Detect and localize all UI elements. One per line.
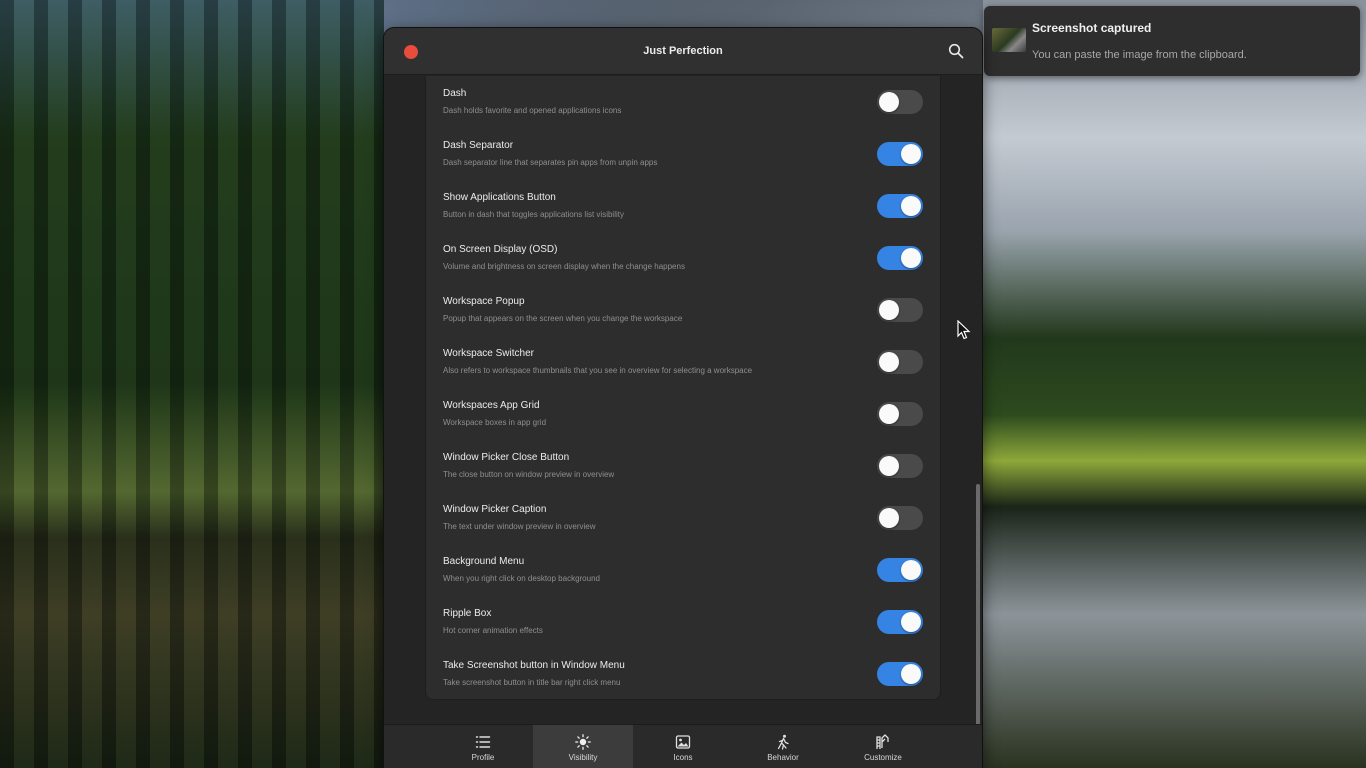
setting-row: Background Menu When you right click on d…	[426, 544, 940, 596]
toggle-knob	[879, 300, 899, 320]
setting-subtitle: Dash separator line that separates pin a…	[443, 158, 658, 167]
setting-title: Dash	[443, 88, 467, 99]
setting-title: Show Applications Button	[443, 192, 556, 203]
toggle-switch[interactable]	[877, 454, 923, 478]
setting-title: Background Menu	[443, 556, 525, 567]
toggle-switch[interactable]	[877, 610, 923, 634]
toggle-switch[interactable]	[877, 350, 923, 374]
setting-title: Workspaces App Grid	[443, 400, 540, 411]
setting-row: Dash Separator Dash separator line that s…	[426, 128, 940, 180]
setting-subtitle: Button in dash that toggles applications…	[443, 210, 624, 219]
toggle-knob	[901, 144, 921, 164]
tab-label: Behavior	[767, 753, 799, 762]
tab-label: Icons	[673, 753, 693, 762]
toggle-knob	[879, 508, 899, 528]
tab-behavior[interactable]: Behavior	[733, 725, 833, 768]
toggle-switch[interactable]	[877, 90, 923, 114]
settings-content: Dash Dash holds favorite and opened appli…	[384, 76, 982, 768]
toggle-knob	[879, 352, 899, 372]
window-title: Just Perfection	[643, 45, 723, 57]
setting-row: Window Picker Close Button The close butt…	[426, 440, 940, 492]
toggle-switch[interactable]	[877, 246, 923, 270]
setting-subtitle: Volume and brightness on screen display …	[443, 262, 685, 271]
tab-label: Customize	[864, 753, 902, 762]
screenshot-thumbnail-icon	[992, 28, 1026, 52]
walking-icon	[775, 734, 791, 750]
image-icon	[675, 734, 691, 750]
setting-row: Dash Dash holds favorite and opened appli…	[426, 76, 940, 128]
toggle-knob	[879, 92, 899, 112]
wallpaper-forest-left	[0, 0, 384, 768]
setting-subtitle: The text under window preview in overvie…	[443, 522, 596, 531]
tab-visibility[interactable]: Visibility	[533, 725, 633, 768]
toggle-switch[interactable]	[877, 662, 923, 686]
setting-subtitle: Workspace boxes in app grid	[443, 418, 547, 427]
setting-subtitle: Also refers to workspace thumbnails that…	[443, 366, 753, 375]
setting-title: Ripple Box	[443, 608, 492, 619]
mouse-cursor-icon	[957, 320, 971, 340]
toggle-switch[interactable]	[877, 506, 923, 530]
toggle-knob	[901, 196, 921, 216]
setting-title: Workspace Switcher	[443, 348, 534, 359]
setting-title: Window Picker Caption	[443, 504, 547, 515]
setting-row: Workspace Switcher Also refers to workspa…	[426, 336, 940, 388]
setting-title: Take Screenshot button in Window Menu	[443, 660, 625, 671]
toggle-switch[interactable]	[877, 558, 923, 582]
setting-title: On Screen Display (OSD)	[443, 244, 558, 255]
tab-profile[interactable]: Profile	[433, 725, 533, 768]
wallpaper-lake-right	[983, 0, 1366, 768]
toggle-switch[interactable]	[877, 142, 923, 166]
just-perfection-window: Just Perfection Dash Dash holds favorite …	[384, 28, 982, 768]
toggle-switch[interactable]	[877, 194, 923, 218]
notification-body: You can paste the image from the clipboa…	[1032, 49, 1247, 61]
setting-row: Workspace Popup Popup that appears on the…	[426, 284, 940, 336]
search-icon[interactable]	[948, 43, 964, 59]
toggle-knob	[901, 248, 921, 268]
toggle-switch[interactable]	[877, 298, 923, 322]
setting-title: Workspace Popup	[443, 296, 525, 307]
setting-row: Ripple Box Hot corner animation effects	[426, 596, 940, 648]
tab-label: Profile	[471, 753, 495, 762]
setting-subtitle: The close button on window preview in ov…	[443, 470, 615, 479]
tab-icons[interactable]: Icons	[633, 725, 733, 768]
tab-label: Visibility	[568, 753, 598, 762]
setting-title: Window Picker Close Button	[443, 452, 570, 463]
toggle-knob	[901, 612, 921, 632]
toggle-knob	[879, 404, 899, 424]
screenshot-notification[interactable]: Screenshot captured You can paste the im…	[984, 6, 1360, 76]
setting-subtitle: Take screenshot button in title bar righ…	[443, 678, 621, 687]
notification-title: Screenshot captured	[1032, 21, 1152, 35]
customize-icon	[875, 734, 891, 750]
setting-row: Window Picker Caption The text under wind…	[426, 492, 940, 544]
setting-subtitle: Dash holds favorite and opened applicati…	[443, 106, 622, 115]
setting-row: Take Screenshot button in Window Menu Tak…	[426, 648, 940, 700]
tab-customize[interactable]: Customize	[833, 725, 933, 768]
toggle-knob	[879, 456, 899, 476]
setting-title: Dash Separator	[443, 140, 514, 151]
bottom-tab-bar: Profile Visibility Icons Behavior Customize	[384, 724, 982, 768]
setting-subtitle: Popup that appears on the screen when yo…	[443, 314, 683, 323]
headerbar: Just Perfection	[384, 28, 982, 75]
toggle-knob	[901, 560, 921, 580]
setting-subtitle: Hot corner animation effects	[443, 626, 543, 635]
toggle-switch[interactable]	[877, 402, 923, 426]
list-icon	[475, 734, 491, 750]
setting-row: Show Applications Button Button in dash t…	[426, 180, 940, 232]
setting-row: Workspaces App Grid Workspace boxes in ap…	[426, 388, 940, 440]
settings-list: Dash Dash holds favorite and opened appli…	[425, 76, 941, 700]
setting-subtitle: When you right click on desktop backgrou…	[443, 574, 600, 583]
setting-row: On Screen Display (OSD) Volume and bright…	[426, 232, 940, 284]
toggle-knob	[901, 664, 921, 684]
sun-icon	[575, 734, 591, 750]
